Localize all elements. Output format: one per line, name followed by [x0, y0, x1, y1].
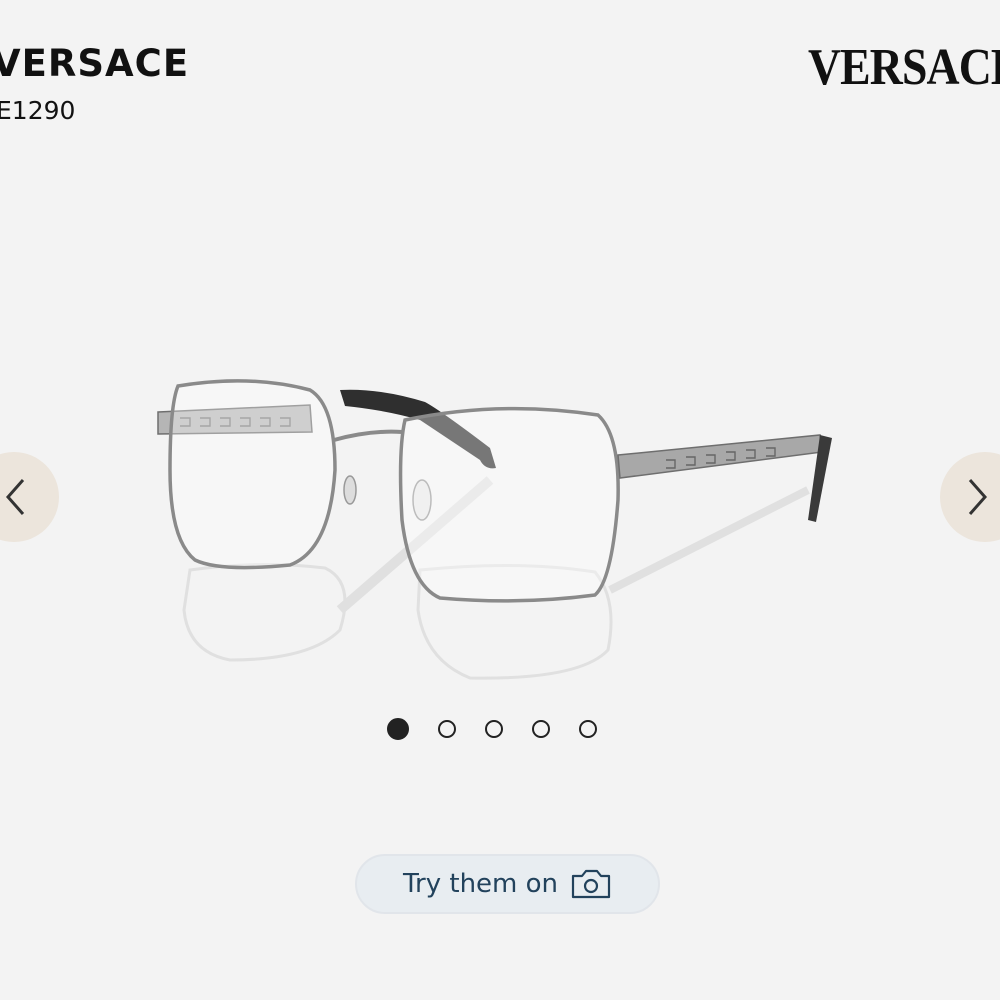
temple-right	[617, 434, 823, 479]
pagination-dot-2[interactable]	[438, 720, 456, 738]
prev-image-button[interactable]	[0, 452, 59, 542]
lens-right	[398, 406, 620, 603]
product-image	[157, 379, 832, 680]
pagination-dot-5[interactable]	[579, 720, 597, 738]
brand-name: VERSACE	[0, 42, 190, 85]
pagination-dot-3[interactable]	[485, 720, 503, 738]
next-image-button[interactable]	[940, 452, 1000, 542]
gallery-pagination	[387, 718, 597, 742]
chevron-left-icon	[5, 479, 25, 515]
lens-left	[168, 379, 337, 570]
try-on-button[interactable]: Try them on	[355, 854, 660, 914]
chevron-right-icon	[968, 479, 988, 515]
brand-logo: VERSACE	[808, 39, 1000, 96]
model-code: E1290	[0, 96, 76, 125]
pagination-dot-1[interactable]	[387, 718, 409, 740]
pagination-dot-4[interactable]	[532, 720, 550, 738]
bridge	[333, 429, 403, 442]
try-on-label: Try them on	[402, 869, 559, 899]
camera-icon	[571, 869, 611, 899]
